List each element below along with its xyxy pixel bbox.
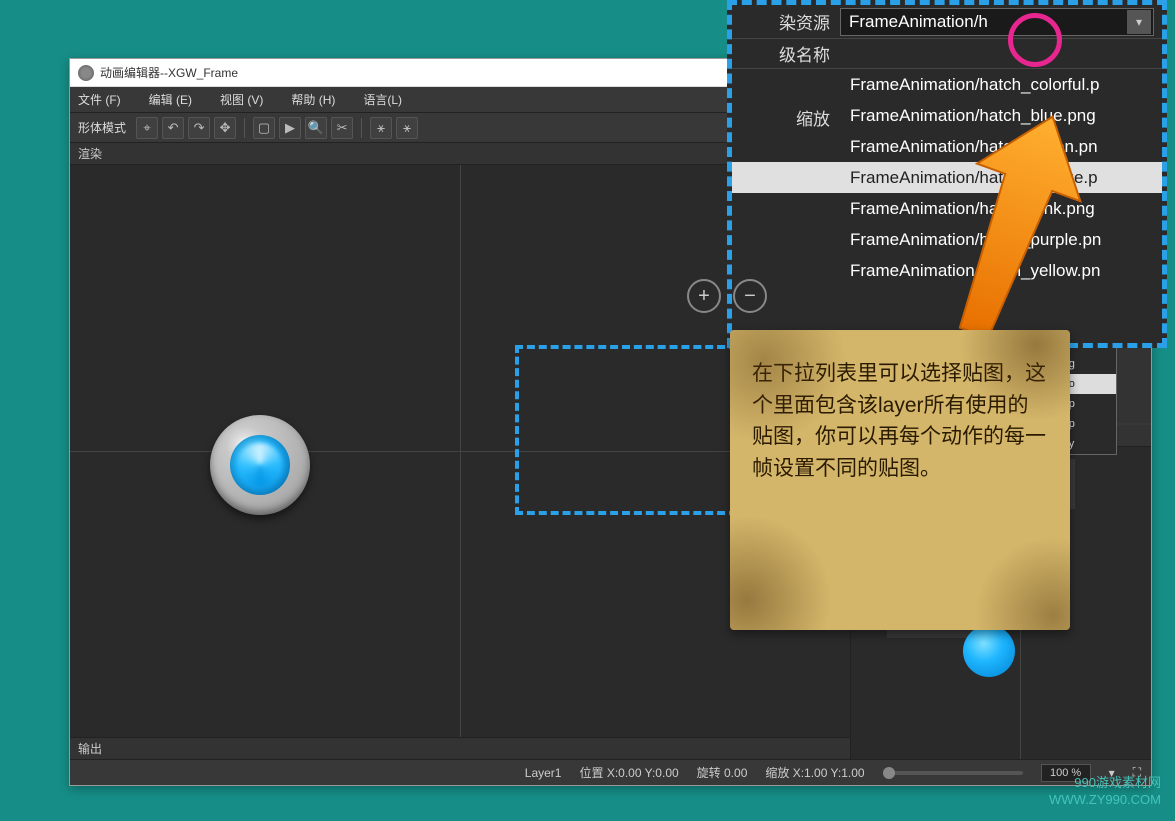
window-title: 动画编辑器--XGW_Frame bbox=[100, 64, 238, 81]
zoom-out-icon[interactable]: − bbox=[733, 279, 767, 313]
sprite-preview[interactable] bbox=[210, 415, 310, 515]
mode-label: 形体模式 bbox=[78, 119, 126, 136]
tool-cut-icon[interactable]: ✂ bbox=[331, 117, 353, 139]
callout-parent-label: 级名称 bbox=[732, 41, 840, 66]
callout-list-item[interactable]: FrameAnimation/hatch_colorful.p bbox=[732, 69, 1162, 100]
tool-undo-icon[interactable]: ↶ bbox=[162, 117, 184, 139]
watermark: 990游戏素材网 WWW.ZY990.COM bbox=[1049, 775, 1161, 809]
tool-redo-icon[interactable]: ↷ bbox=[188, 117, 210, 139]
callout-list-item[interactable]: FrameAnimation/hatch_pink.png bbox=[732, 193, 1162, 224]
callout-parent-row: 级名称 bbox=[732, 39, 1162, 69]
app-icon bbox=[78, 65, 94, 81]
menu-edit[interactable]: 编辑 (E) bbox=[149, 91, 192, 108]
callout-list-item[interactable]: FrameAnimation/hatch_green.pn bbox=[732, 131, 1162, 162]
tool-rect-icon[interactable]: ▢ bbox=[253, 117, 275, 139]
resource-thumb-orb[interactable] bbox=[963, 625, 1015, 677]
watermark-line2: WWW.ZY990.COM bbox=[1049, 792, 1161, 809]
menu-file[interactable]: 文件 (F) bbox=[78, 91, 121, 108]
status-rotation: 旋转 0.00 bbox=[697, 764, 748, 781]
toolbar-divider bbox=[244, 118, 245, 138]
zoom-slider[interactable] bbox=[883, 771, 1023, 775]
status-layer: Layer1 bbox=[525, 766, 562, 780]
callout-zoom-controls: + − bbox=[687, 279, 767, 313]
slider-thumb[interactable] bbox=[883, 767, 895, 779]
crosshair-v bbox=[460, 165, 461, 737]
tool-zoom-icon[interactable]: 🔍 bbox=[305, 117, 327, 139]
callout-render-label: 染资源 bbox=[732, 9, 840, 34]
output-header[interactable]: 输出 bbox=[70, 737, 850, 759]
status-scale: 缩放 X:1.00 Y:1.00 bbox=[765, 764, 864, 781]
tool-bone-icon[interactable]: ⚹ bbox=[370, 117, 392, 139]
callout-combo-value: FrameAnimation/h bbox=[849, 12, 988, 32]
tool-move-icon[interactable]: ✥ bbox=[214, 117, 236, 139]
tool-bone2-icon[interactable]: ⚹ bbox=[396, 117, 418, 139]
annotation-note: 在下拉列表里可以选择贴图，这个里面包含该layer所有使用的贴图，你可以再每个动… bbox=[730, 330, 1070, 630]
menu-lang[interactable]: 语言(L) bbox=[363, 91, 402, 108]
tool-pointer-icon[interactable]: ▶ bbox=[279, 117, 301, 139]
orb-inner bbox=[230, 435, 290, 495]
statusbar: Layer1 位置 X:0.00 Y:0.00 旋转 0.00 缩放 X:1.0… bbox=[70, 759, 1151, 785]
toolbar-divider bbox=[361, 118, 362, 138]
callout-list-item[interactable]: FrameAnimation/hatch_yellow.pn bbox=[732, 255, 1162, 286]
zoom-in-icon[interactable]: + bbox=[687, 279, 721, 313]
callout-list-item[interactable]: FrameAnimation/hatch_blue.png bbox=[732, 100, 1162, 131]
callout-render-row: 染资源 FrameAnimation/h ▾ bbox=[732, 5, 1162, 39]
menu-help[interactable]: 帮助 (H) bbox=[291, 91, 335, 108]
chevron-down-icon[interactable]: ▾ bbox=[1127, 10, 1151, 34]
status-position: 位置 X:0.00 Y:0.00 bbox=[579, 764, 678, 781]
callout-list-item[interactable]: FrameAnimation/hatch_orange.p bbox=[732, 162, 1162, 193]
annotation-note-text: 在下拉列表里可以选择贴图，这个里面包含该layer所有使用的贴图，你可以再每个动… bbox=[752, 362, 1046, 480]
callout-combo[interactable]: FrameAnimation/h ▾ bbox=[840, 8, 1154, 36]
callout-overlay: 染资源 FrameAnimation/h ▾ 级名称 缩放 FrameAnima… bbox=[727, 0, 1167, 348]
watermark-line1: 990游戏素材网 bbox=[1049, 775, 1161, 792]
viewport-title: 渲染 bbox=[78, 145, 102, 162]
output-title: 输出 bbox=[78, 740, 102, 757]
menu-view[interactable]: 视图 (V) bbox=[220, 91, 263, 108]
callout-list-item[interactable]: FrameAnimation/hatch_purple.pn bbox=[732, 224, 1162, 255]
tool-cursor-icon[interactable]: ⌖ bbox=[136, 117, 158, 139]
callout-dropdown-list[interactable]: FrameAnimation/hatch_colorful.p FrameAni… bbox=[732, 69, 1162, 286]
